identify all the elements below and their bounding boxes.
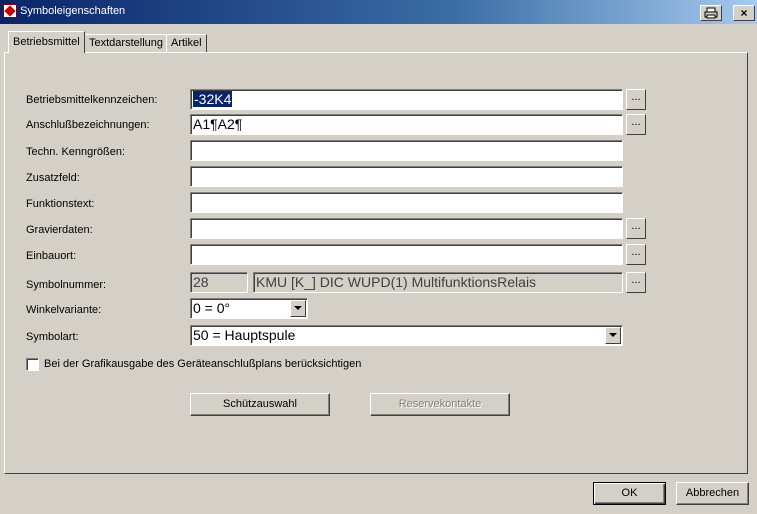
betriebsmittelkennzeichen-input[interactable]: -32K4 <box>190 89 623 110</box>
gravierdaten-label: Gravierdaten: <box>26 224 93 236</box>
schuetzauswahl-button[interactable]: Schützauswahl <box>190 393 330 416</box>
funktionstext-label: Funktionstext: <box>26 198 95 210</box>
grafikausgabe-checkbox[interactable] <box>26 358 39 371</box>
printer-icon <box>704 7 718 19</box>
symbolart-select[interactable]: 50 = Hauptspule <box>190 325 623 346</box>
app-icon <box>3 4 17 18</box>
tab-textdarstellung[interactable]: Textdarstellung <box>84 34 168 52</box>
ok-button[interactable]: OK <box>593 482 666 505</box>
symbolart-value: 50 = Hauptspule <box>193 327 296 343</box>
betriebsmittelkennzeichen-label: Betriebsmittelkennzeichen: <box>26 94 158 106</box>
grafikausgabe-checkbox-label[interactable]: Bei der Grafikausgabe des Geräteanschluß… <box>44 358 361 370</box>
symbolnummer-label: Symbolnummer: <box>26 279 107 291</box>
symbolnummer-number: 28 <box>190 272 248 293</box>
tab-artikel[interactable]: Artikel <box>166 34 207 52</box>
symbolnummer-browse-button[interactable]: ... <box>626 272 646 293</box>
gravierdaten-browse-button[interactable]: ... <box>626 218 646 239</box>
reservekontakte-button[interactable]: Reservekontakte <box>370 393 510 416</box>
symbolnummer-description: KMU [K_] DIC WUPD(1) MultifunktionsRelai… <box>253 272 623 293</box>
einbauort-browse-button[interactable]: ... <box>626 244 646 265</box>
close-button[interactable]: × <box>733 5 755 21</box>
winkelvariante-dropdown-arrow[interactable] <box>290 300 306 317</box>
einbauort-input[interactable] <box>190 244 623 265</box>
anschluss-browse-button[interactable]: ... <box>626 114 646 135</box>
betriebsmittelkennzeichen-browse-button[interactable]: ... <box>626 89 646 110</box>
zusatzfeld-input[interactable] <box>190 166 623 187</box>
anschluss-label: Anschlußbezeichnungen: <box>26 119 150 131</box>
winkelvariante-value: 0 = 0° <box>193 300 231 316</box>
window-title: Symboleigenschaften <box>20 5 126 17</box>
techn-input[interactable] <box>190 140 623 161</box>
cancel-button[interactable]: Abbrechen <box>676 482 749 505</box>
winkelvariante-label: Winkelvariante: <box>26 304 102 316</box>
symbolart-label: Symbolart: <box>26 331 79 343</box>
symbolart-dropdown-arrow[interactable] <box>605 327 621 344</box>
print-button[interactable] <box>700 5 722 21</box>
einbauort-label: Einbauort: <box>26 250 77 262</box>
funktionstext-input[interactable] <box>190 192 623 213</box>
gravierdaten-input[interactable] <box>190 218 623 239</box>
techn-label: Techn. Kenngrößen: <box>26 146 126 158</box>
anschluss-input[interactable]: A1¶A2¶ <box>190 114 623 135</box>
betriebsmittelkennzeichen-value: -32K4 <box>193 91 233 107</box>
tab-betriebsmittel[interactable]: Betriebsmittel <box>8 31 85 53</box>
zusatzfeld-label: Zusatzfeld: <box>26 172 80 184</box>
close-icon: × <box>740 6 748 20</box>
